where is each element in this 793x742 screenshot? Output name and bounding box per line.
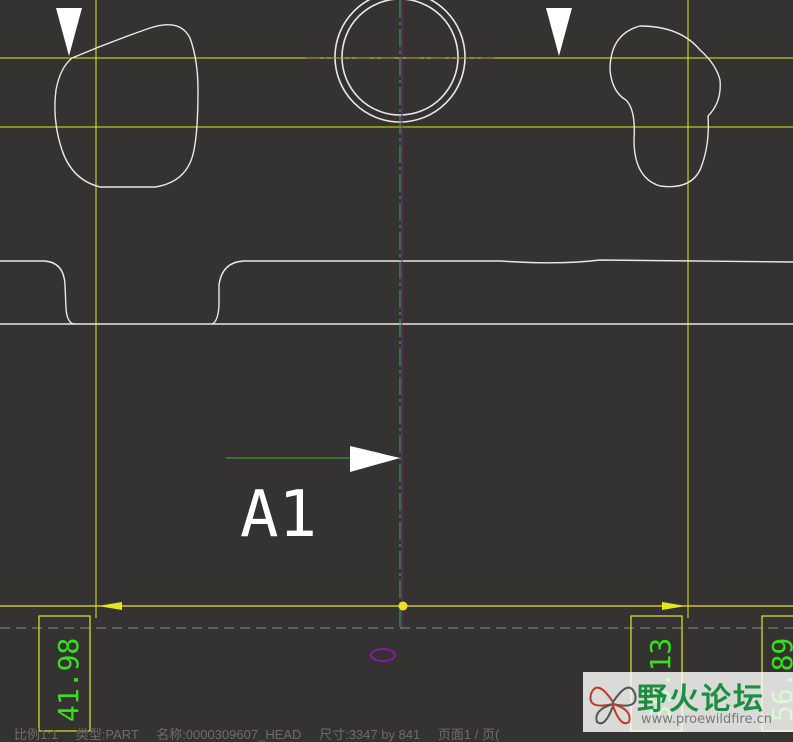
watermark-url: www.proewildfire.cn bbox=[641, 712, 772, 727]
status-page: 页面1 / 页( bbox=[437, 728, 500, 742]
datum-arrow-right bbox=[546, 8, 572, 56]
section-arrow-head bbox=[350, 446, 400, 472]
cad-drawing-canvas[interactable]: A1 41.98 39.13 56.89 bbox=[0, 0, 793, 738]
datum-arrow-left bbox=[56, 8, 82, 56]
purple-marker bbox=[370, 648, 396, 662]
status-type: 类型:PART bbox=[75, 728, 139, 742]
dimension-origin-point[interactable] bbox=[398, 601, 408, 611]
left-pocket-outline bbox=[54, 24, 199, 188]
butterfly-logo-icon bbox=[589, 686, 637, 725]
right-pocket-outline bbox=[609, 25, 721, 188]
status-scale: 比例1:1 bbox=[14, 728, 59, 742]
status-size: 尺寸:3347 by 841 bbox=[319, 728, 421, 742]
section-label: A1 bbox=[240, 478, 317, 552]
step-profile-left bbox=[0, 260, 76, 325]
dimension-arrow-left bbox=[98, 602, 122, 610]
dimension-value-left[interactable]: 41.98 bbox=[52, 638, 85, 722]
status-name: 名称:0000309607_HEAD bbox=[156, 728, 302, 742]
dimension-arrow-right bbox=[662, 602, 686, 610]
forum-watermark: 野火论坛 www.proewildfire.cn bbox=[583, 672, 793, 732]
step-profile-right bbox=[211, 259, 793, 325]
